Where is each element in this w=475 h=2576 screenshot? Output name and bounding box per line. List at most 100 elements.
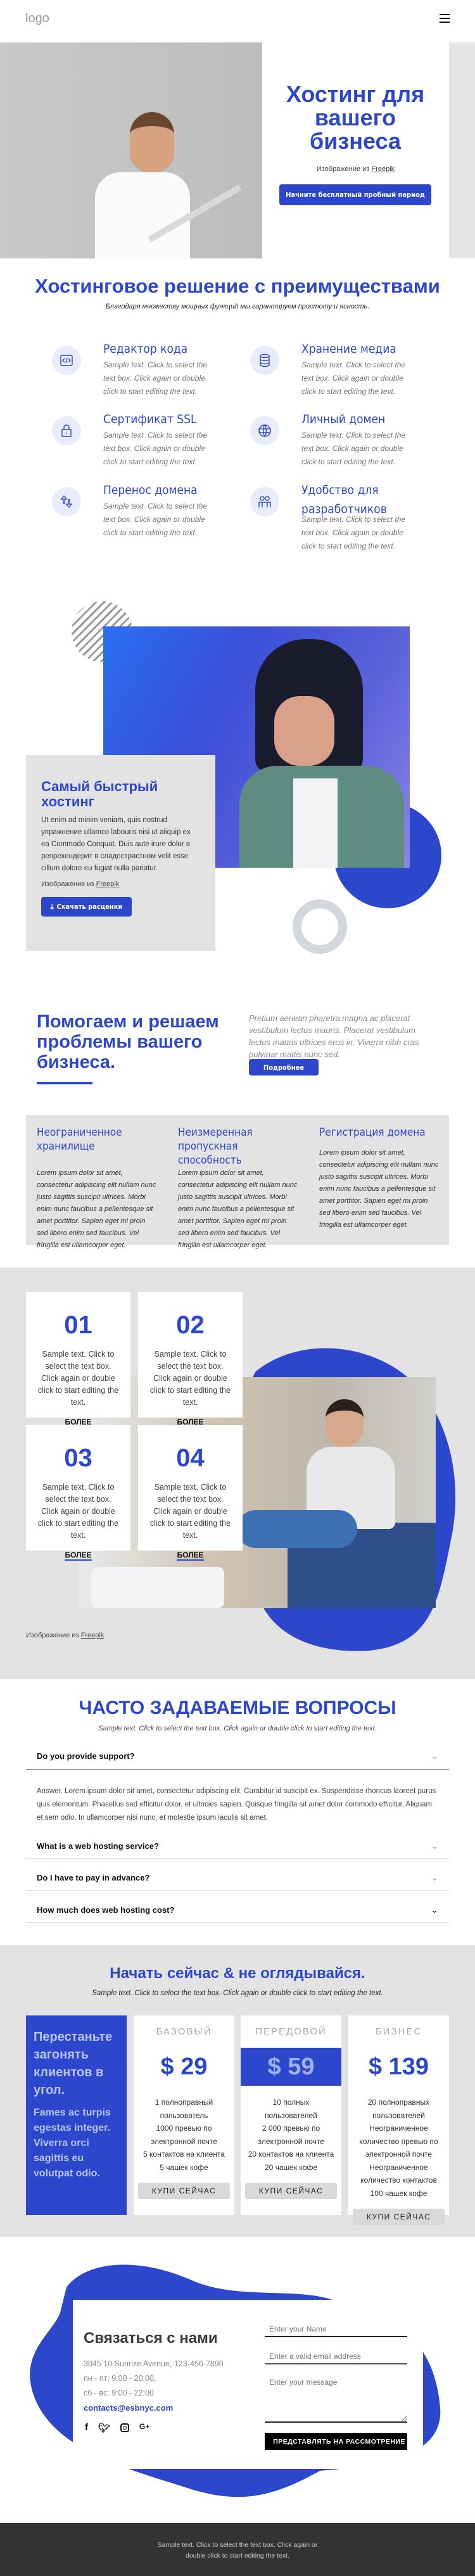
twitter-icon[interactable]: 🐦︎ (98, 2422, 110, 2433)
plan-feature: 20 контактов на клиента (248, 2150, 334, 2159)
feature-desc: Sample text. Click to select the text bo… (301, 431, 406, 466)
feature-icon-bg (52, 346, 81, 375)
hero-image-credit: Изображение из Freepik (262, 165, 449, 173)
transfer-arrows-icon (60, 495, 73, 509)
plan-features: 10 полных пользователей 2 000 превью по э… (241, 2096, 341, 2174)
learn-more-button[interactable]: Подробнее (249, 1059, 319, 1075)
help-column: Неограниченное хранилище Lorem ipsum dol… (37, 1126, 157, 1252)
step-more-link[interactable]: БОЛЕЕ (177, 1551, 204, 1561)
buy-now-button[interactable]: КУПИ СЕЙЧАС (352, 2209, 445, 2225)
fast-hosting-card: Самый быстрый хостинг Ut enim ad minim v… (26, 755, 215, 951)
man-laptop-photo (79, 1377, 436, 1608)
promo-title: Перестаньте загонять клиентов в угол. (34, 2030, 113, 2097)
fast-image-credit: Изображение из Freepik (41, 880, 200, 888)
plan-price: $ 59 (241, 2048, 341, 2086)
name-input[interactable] (265, 2322, 407, 2337)
feature-icon-bg (250, 416, 279, 445)
www-globe-icon (258, 424, 271, 437)
social-icons: f 🐦︎ G+ (85, 2422, 149, 2433)
facebook-icon[interactable]: f (85, 2422, 88, 2433)
hamburger-icon[interactable] (440, 14, 450, 23)
faq-question-4[interactable]: How much does web hosting cost? (37, 1905, 174, 1915)
feature-title: Редактор кода (103, 342, 188, 356)
instagram-icon[interactable] (120, 2423, 130, 2432)
start-trial-button[interactable]: Начните бесплатный пробный период (279, 184, 431, 205)
plan-feature: 1000 превью по электронной почте (151, 2124, 217, 2146)
promo-text: Fames ac turpis egestas integer. Viverra… (34, 2107, 111, 2179)
fast-hosting-title: Самый быстрый хостинг (41, 778, 158, 809)
logo[interactable]: logo (25, 11, 49, 26)
submit-button[interactable]: ПРЕДСТАВЛЯТЬ НА РАССМОТРЕНИЕ (265, 2433, 407, 2450)
credit-prefix: Изображение из (41, 880, 94, 888)
faq-question-2[interactable]: What is a web hosting service? (37, 1841, 159, 1851)
faq-divider (26, 1922, 449, 1923)
plan-price: $ 29 (160, 2053, 208, 2080)
lock-icon (61, 424, 72, 437)
contact-email-link[interactable]: contacts@esbnyc.com (84, 2403, 173, 2413)
buy-now-button[interactable]: КУПИ СЕЙЧАС (137, 2183, 231, 2199)
footer-text: Sample text. Click to select the text bo… (157, 2541, 318, 2560)
feature-desc: Sample text. Click to select the text bo… (103, 502, 208, 537)
buy-now-button[interactable]: КУПИ СЕЙЧАС (244, 2183, 338, 2199)
plan-features: 20 полноправных пользователей Неограничен… (348, 2096, 449, 2200)
hero-title: Хостинг для вашего бизнеса (286, 81, 425, 154)
feature-title: Хранение медиа (301, 342, 396, 356)
faq-divider (26, 1858, 449, 1859)
freepik-link[interactable]: Freepik (81, 1632, 104, 1639)
step-card: 02 Sample text. Click to select the text… (138, 1292, 243, 1428)
faq-question-3[interactable]: Do I have to pay in advance? (37, 1873, 149, 1882)
help-title: Помогаем и решаем проблемы вашего бизнес… (37, 1012, 219, 1072)
download-prices-label: Скачать расценки (56, 903, 123, 911)
chevron-down-icon[interactable]: ⌄ (431, 1872, 438, 1883)
pricing-plan-card: ПЕРЕДОВОЙ $ 59 10 полных пользователей 2 … (241, 2015, 341, 2215)
plan-name: БИЗНЕС (375, 2026, 422, 2037)
faq-question-1[interactable]: Do you provide support? (37, 1751, 135, 1761)
step-number: 04 (176, 1444, 205, 1472)
pricing-promo-panel: Перестаньте загонять клиентов в угол. Fa… (26, 2015, 127, 2215)
step-more-link[interactable]: БОЛЕЕ (65, 1551, 92, 1561)
message-textarea[interactable] (265, 2376, 407, 2423)
help-column-title: Неизмеренная пропускная способность (178, 1126, 253, 1167)
plan-feature: Неограниченное количество превью по элек… (359, 2124, 438, 2159)
freepik-link[interactable]: Freepik (96, 880, 120, 888)
contact-hours-weekend: сб - вс: 9:00 - 22:00 (84, 2389, 154, 2397)
download-prices-button[interactable]: ⤓ Скачать расценки (41, 897, 132, 917)
faq-divider (26, 1890, 449, 1891)
pricing-subtitle: Sample text. Click to select the text bo… (92, 1989, 383, 1997)
plan-feature: 5 чашек кофе (160, 2162, 208, 2172)
feature-desc: Sample text. Click to select the text bo… (301, 360, 406, 396)
email-input[interactable] (265, 2349, 407, 2364)
fast-hosting-body: Ut enim ad minim veniam, quis nostrud уп… (41, 816, 191, 872)
steps-image-credit: Изображение из Freepik (26, 1632, 104, 1639)
help-column-title: Регистрация домена (319, 1126, 426, 1139)
plan-feature: Неограниченное количество контактов (360, 2162, 437, 2185)
plan-feature: 20 чашек кофе (264, 2162, 318, 2172)
step-card: 01 Sample text. Click to select the text… (26, 1292, 130, 1428)
faq-divider (26, 1769, 449, 1770)
credit-prefix: Изображение из (316, 165, 370, 173)
help-column-title: Неограниченное хранилище (37, 1126, 122, 1153)
freepik-link[interactable]: Freepik (371, 165, 395, 173)
contact-title: Связаться с нами (84, 2330, 218, 2347)
plan-features: 1 полноправный пользователь 1000 превью п… (134, 2096, 234, 2174)
help-column-text: Lorem ipsum dolor sit amet, consectetur … (37, 1169, 156, 1249)
feature-title: Сертификат SSL (103, 412, 197, 426)
chevron-down-icon[interactable]: ⌄ (431, 1751, 438, 1761)
feature-title: Личный домен (301, 412, 386, 426)
plan-feature: 100 чашек кофе (370, 2188, 428, 2198)
help-text: Pretium aenean pharetra magna ac placera… (249, 1013, 419, 1059)
help-column-text: Lorem ipsum dolor sit amet, consectetur … (319, 1149, 439, 1229)
help-column: Регистрация домена Lorem ipsum dolor sit… (319, 1126, 440, 1231)
chevron-down-icon[interactable]: ⌄ (431, 1841, 438, 1851)
credit-prefix: Изображение из (26, 1632, 79, 1639)
code-icon (60, 355, 73, 366)
step-text: Sample text. Click to select the text bo… (149, 1350, 231, 1407)
google-plus-icon[interactable]: G+ (139, 2422, 149, 2433)
step-text: Sample text. Click to select the text bo… (37, 1350, 119, 1407)
chevron-down-icon[interactable]: ⌄ (431, 1905, 438, 1915)
step-card: 04 Sample text. Click to select the text… (138, 1425, 243, 1561)
step-number: 02 (176, 1311, 205, 1339)
download-icon: ⤓ (50, 902, 54, 911)
step-number: 01 (64, 1311, 92, 1339)
database-icon (260, 353, 270, 367)
